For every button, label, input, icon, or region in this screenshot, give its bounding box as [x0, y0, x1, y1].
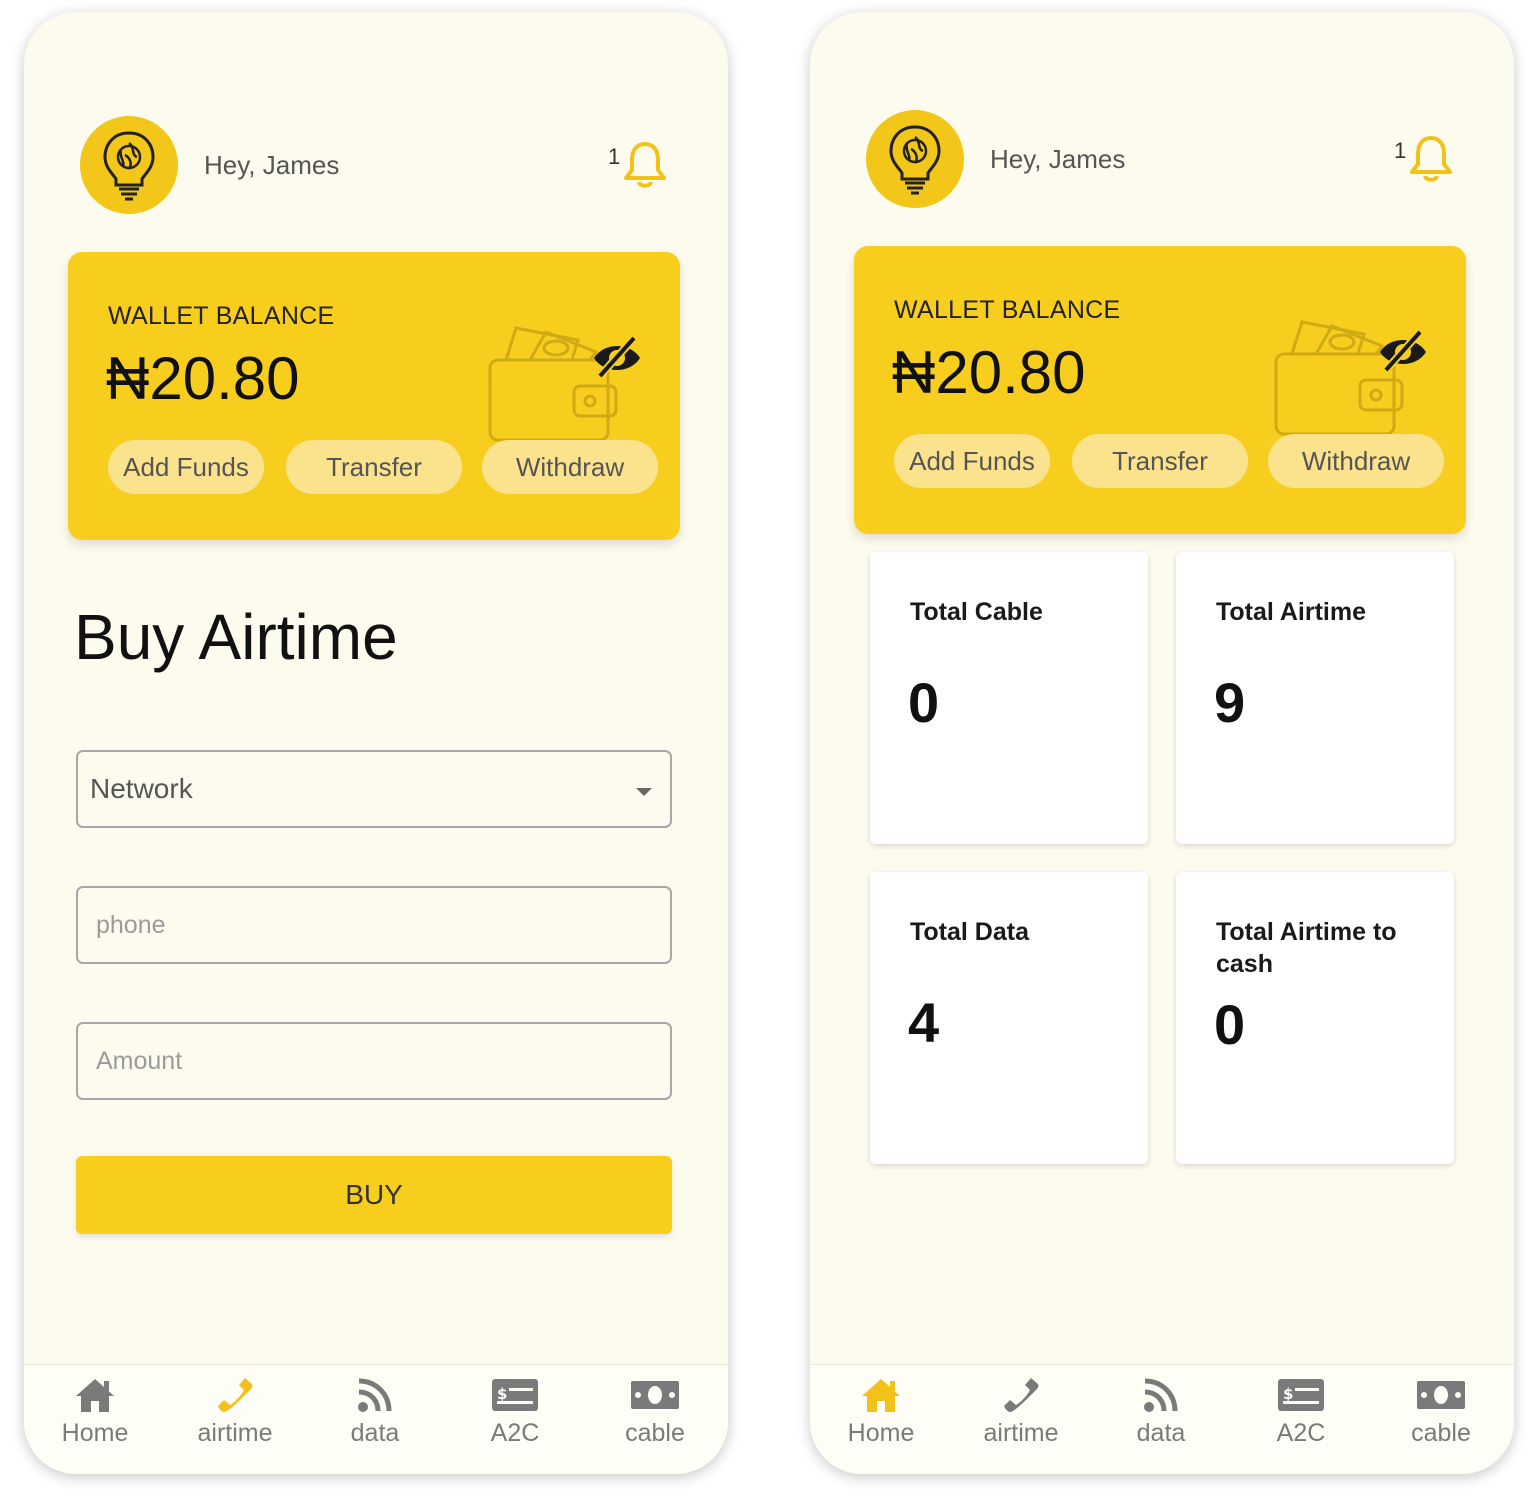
bottom-navigation: Home airtime data $ A2C cable [810, 1364, 1514, 1474]
stat-card-total-cable[interactable]: Total Cable 0 [870, 552, 1148, 844]
transfer-button[interactable]: Transfer [286, 440, 462, 494]
phone-input[interactable] [78, 888, 670, 962]
nav-label-data: data [1136, 1419, 1186, 1447]
phone-field[interactable] [76, 886, 672, 964]
stat-label: Total Data [910, 918, 1029, 946]
nav-label-a2c: A2C [490, 1419, 540, 1447]
lightbulb-brain-icon [889, 125, 941, 195]
nav-label-airtime: airtime [983, 1419, 1059, 1447]
notification-count: 1 [1394, 138, 1407, 163]
bottom-navigation: Home airtime data $ A2C cable [24, 1364, 728, 1474]
rss-icon [1144, 1378, 1178, 1412]
bell-icon[interactable] [1408, 134, 1454, 184]
bell-icon[interactable] [622, 140, 668, 190]
money-check-icon: $ [492, 1379, 538, 1411]
avatar[interactable] [80, 116, 178, 214]
nav-item-data[interactable]: data [320, 1373, 430, 1448]
money-bill-icon [1417, 1381, 1465, 1409]
nav-item-cable[interactable]: cable [1386, 1373, 1496, 1448]
stat-card-total-airtime[interactable]: Total Airtime 9 [1176, 552, 1454, 844]
nav-label-a2c: A2C [1276, 1419, 1326, 1447]
stat-card-total-airtime-to-cash[interactable]: Total Airtime to cash 0 [1176, 872, 1454, 1164]
phone-icon [218, 1378, 253, 1412]
wallet-balance-amount: ₦20.80 [106, 345, 300, 412]
amount-input[interactable] [78, 1024, 670, 1098]
svg-text:$: $ [1283, 1385, 1293, 1403]
stat-card-total-data[interactable]: Total Data 4 [870, 872, 1148, 1164]
stat-value: 0 [908, 671, 940, 734]
buy-button[interactable]: BUY [76, 1156, 672, 1234]
add-funds-button[interactable]: Add Funds [108, 440, 264, 494]
nav-item-data[interactable]: data [1106, 1373, 1216, 1448]
nav-item-home[interactable]: Home [40, 1373, 150, 1448]
withdraw-button[interactable]: Withdraw [482, 440, 658, 494]
dropdown-arrow-icon [636, 788, 652, 796]
stat-value: 0 [1214, 993, 1246, 1056]
stat-value: 9 [1214, 671, 1246, 734]
buy-airtime-screen: Hey, James 1 WALLET BALANCE ₦20.80 Add F… [24, 12, 728, 1474]
add-funds-button[interactable]: Add Funds [894, 434, 1050, 488]
stat-label: Total Cable [910, 598, 1043, 626]
withdraw-button[interactable]: Withdraw [1268, 434, 1444, 488]
network-select-value: Network [90, 773, 193, 804]
wallet-balance-label: WALLET BALANCE [894, 296, 1121, 324]
wallet-balance-label: WALLET BALANCE [108, 302, 335, 330]
nav-label-cable: cable [1411, 1419, 1471, 1447]
greeting-text: Hey, James [990, 144, 1126, 174]
wallet-balance-card: WALLET BALANCE ₦20.80 Add Funds Transfer… [854, 246, 1466, 534]
nav-label-home: Home [847, 1419, 915, 1447]
wallet-balance-amount: ₦20.80 [892, 339, 1086, 406]
transfer-button[interactable]: Transfer [1072, 434, 1248, 488]
stat-label: Total Airtime [1216, 598, 1367, 626]
nav-item-a2c[interactable]: $ A2C [460, 1373, 570, 1448]
wallet-balance-card: WALLET BALANCE ₦20.80 Add Funds Transfer… [68, 252, 680, 540]
lightbulb-brain-icon [103, 131, 155, 201]
nav-label-airtime: airtime [197, 1419, 273, 1447]
nav-item-cable[interactable]: cable [600, 1373, 710, 1448]
network-select[interactable]: Network [76, 750, 672, 828]
notification-count: 1 [608, 144, 621, 169]
nav-item-airtime[interactable]: airtime [180, 1373, 290, 1448]
money-bill-icon [631, 1381, 679, 1409]
home-icon [76, 1379, 114, 1412]
home-icon [862, 1379, 900, 1412]
svg-text:$: $ [497, 1385, 507, 1403]
greeting-text: Hey, James [204, 150, 340, 180]
dashboard-screen: Hey, James 1 WALLET BALANCE ₦20.80 Add F… [810, 12, 1514, 1474]
eye-off-icon[interactable] [590, 334, 644, 380]
nav-item-home[interactable]: Home [826, 1373, 936, 1448]
nav-label-data: data [350, 1419, 400, 1447]
notifications[interactable]: 1 [608, 140, 668, 190]
stat-value: 4 [908, 991, 940, 1054]
phone-icon [1004, 1378, 1039, 1412]
amount-field[interactable] [76, 1022, 672, 1100]
nav-label-home: Home [61, 1419, 129, 1447]
stat-label: Total Airtime to cash [1216, 918, 1397, 978]
nav-item-airtime[interactable]: airtime [966, 1373, 1076, 1448]
nav-label-cable: cable [625, 1419, 685, 1447]
notifications[interactable]: 1 [1394, 134, 1454, 184]
eye-off-icon[interactable] [1376, 328, 1430, 374]
page-title: Buy Airtime [74, 601, 398, 673]
money-check-icon: $ [1278, 1379, 1324, 1411]
avatar[interactable] [866, 110, 964, 208]
rss-icon [358, 1378, 392, 1412]
nav-item-a2c[interactable]: $ A2C [1246, 1373, 1356, 1448]
